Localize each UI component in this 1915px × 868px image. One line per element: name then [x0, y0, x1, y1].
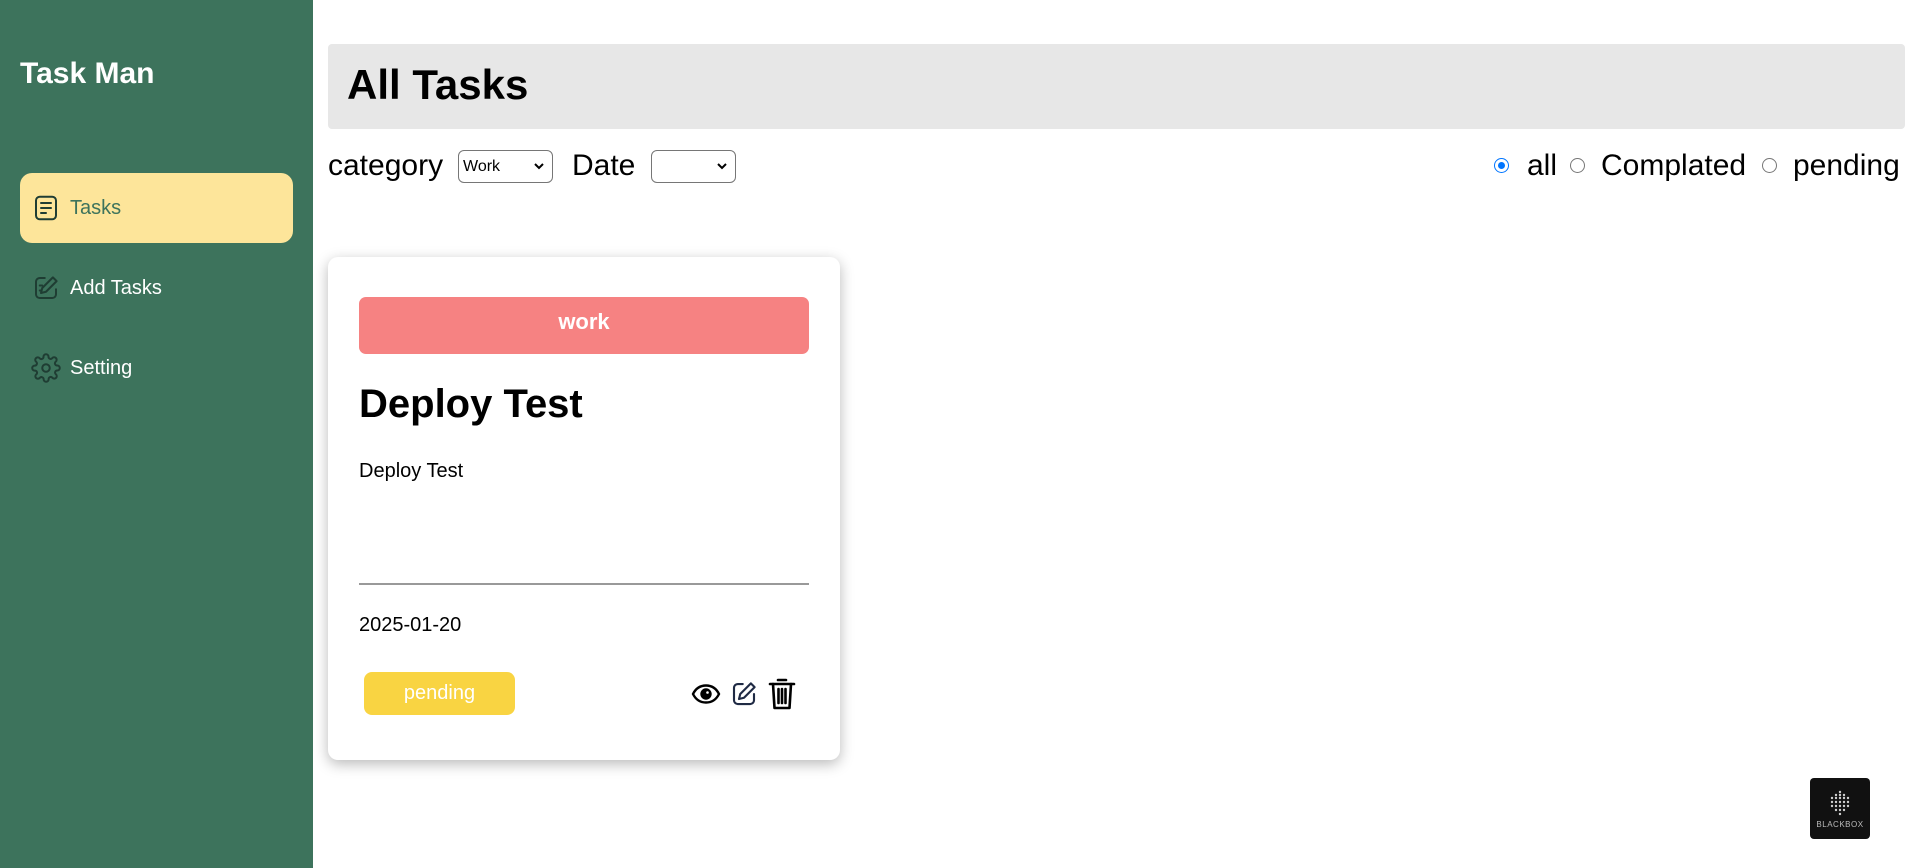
task-card: work Deploy Test Deploy Test 2025-01-20 … — [328, 257, 840, 760]
app-root: Task Man Tasks Add Tasks Setting All Tas… — [0, 0, 1915, 868]
task-category-banner: work — [359, 297, 809, 354]
blackbox-logo-icon — [1830, 790, 1850, 816]
edit-square-icon — [31, 273, 61, 303]
status-radio-completed[interactable] — [1570, 158, 1585, 173]
card-divider — [359, 583, 809, 585]
date-select[interactable] — [651, 150, 736, 183]
sidebar-item-label: Add Tasks — [70, 276, 162, 299]
app-title: Task Man — [20, 57, 155, 90]
sidebar-item-tasks[interactable]: Tasks — [20, 173, 293, 243]
status-radio-pending-label: pending — [1793, 149, 1900, 182]
sidebar-item-add-tasks[interactable]: Add Tasks — [20, 253, 293, 323]
blackbox-badge-text: BLACKBOX — [1816, 820, 1864, 829]
chevron-down-icon — [717, 163, 727, 170]
gear-icon — [31, 353, 61, 383]
eye-icon[interactable] — [688, 675, 724, 713]
filter-bar: category Work Date all Complated pending — [328, 147, 1905, 187]
edit-icon[interactable] — [726, 675, 762, 713]
status-radio-all[interactable] — [1494, 158, 1509, 173]
document-icon — [31, 193, 61, 223]
page-title: All Tasks — [347, 61, 529, 108]
status-radio-pending[interactable] — [1762, 158, 1777, 173]
sidebar-item-setting[interactable]: Setting — [20, 333, 293, 403]
task-status-button[interactable]: pending — [364, 672, 515, 715]
trash-icon[interactable] — [764, 675, 800, 713]
category-filter-label: category — [328, 149, 444, 182]
task-date: 2025-01-20 — [359, 614, 462, 636]
chevron-down-icon — [534, 163, 544, 170]
page-header: All Tasks — [328, 44, 1905, 129]
status-radio-all-label: all — [1527, 149, 1558, 182]
date-filter-label: Date — [572, 149, 636, 182]
status-radio-completed-label: Complated — [1601, 149, 1747, 182]
blackbox-badge[interactable]: BLACKBOX — [1810, 778, 1870, 839]
sidebar: Task Man Tasks Add Tasks Setting — [0, 0, 313, 868]
task-title: Deploy Test — [359, 382, 583, 426]
category-select-value: Work — [463, 157, 501, 175]
sidebar-nav: Tasks Add Tasks Setting — [20, 173, 293, 413]
task-description: Deploy Test — [359, 460, 464, 482]
sidebar-item-label: Tasks — [70, 196, 122, 219]
category-select[interactable]: Work — [458, 150, 553, 183]
sidebar-item-label: Setting — [70, 356, 133, 379]
